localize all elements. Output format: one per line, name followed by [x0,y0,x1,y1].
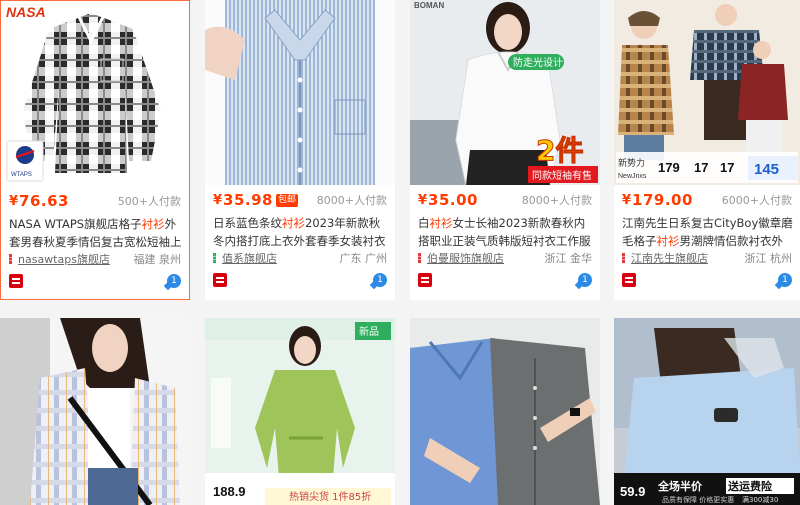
tmall-icon[interactable] [9,274,23,288]
sales-count: 8000+人付款 [316,194,387,207]
svg-text:WTAPS: WTAPS [11,172,32,178]
wangwang-chat-icon[interactable]: 1 [373,273,387,287]
product-image[interactable]: 新势力 NewJnxs 179 17 17 145 [614,0,800,185]
service-icons: 1 [213,273,387,289]
service-icons: 1 [9,274,181,290]
product-grid: WTAPS NASA ¥ 76.63 500+人付款 NASA WTAPS旗舰店… [0,0,800,505]
service-icons: 1 [418,273,592,289]
shop-row: 值系旗舰店 广东 广州 [213,250,387,266]
price-row: ¥ 179.00 6000+人付款 [622,190,792,210]
service-icons: 1 [622,273,792,289]
price: 179.00 [632,191,693,209]
shop-link[interactable]: 江南先生旗舰店 [631,250,708,266]
shop-location: 浙江 金华 [544,252,593,265]
product-photo [410,318,600,505]
svg-text:2件: 2件 [536,134,583,167]
product-card[interactable] [0,318,190,505]
svg-text:热销尖货 1件85折: 热销尖货 1件85折 [289,490,371,503]
wangwang-chat-icon[interactable]: 1 [167,274,181,288]
shop-icon [622,253,625,263]
product-card[interactable]: 新势力 NewJnxs 179 17 17 145 ¥ 179.00 6000+… [614,0,800,300]
sales-count: 500+人付款 [117,195,181,208]
shop-icon [9,254,12,264]
product-card[interactable]: ¥ 35.98 包邮 8000+人付款 日系蓝色条纹衬衫2023年新款秋冬内搭打… [205,0,395,300]
product-image[interactable]: 59.9 全场半价 送运费险 品质有保障 价格更实惠 满300减30 [614,318,800,505]
product-title[interactable]: NASA WTAPS旗舰店格子衬衫外套男春秋夏季情侣复古宽松短袖上衣潮 [9,215,183,251]
tmall-icon[interactable] [622,273,636,287]
product-photo: 新势力 NewJnxs 179 17 17 145 [614,0,800,185]
price-row: ¥ 76.63 500+人付款 [9,191,181,211]
shop-icon [418,253,421,263]
svg-text:同款短袖有售: 同款短袖有售 [532,169,592,182]
product-image[interactable]: BOMAN 防走光设计 2件 同款短袖有售 [410,0,600,185]
wangwang-chat-icon[interactable]: 1 [778,273,792,287]
wangwang-chat-icon[interactable]: 1 [578,273,592,287]
svg-text:BOMAN: BOMAN [414,1,444,10]
product-card[interactable]: BOMAN 防走光设计 2件 同款短袖有售 ¥ 35.00 8000+人付款 白… [410,0,600,300]
price-row: ¥ 35.00 8000+人付款 [418,190,592,210]
svg-text:品质有保障 价格更实惠: 品质有保障 价格更实惠 [662,495,734,504]
svg-text:全场半价: 全场半价 [657,479,703,493]
shop-location: 福建 泉州 [133,253,182,266]
svg-text:59.9: 59.9 [620,484,645,499]
shop-row: 江南先生旗舰店 浙江 杭州 [622,250,792,266]
tmall-icon[interactable] [418,273,432,287]
product-photo [205,0,395,185]
svg-text:新品: 新品 [359,325,379,338]
product-photo: BOMAN 防走光设计 2件 同款短袖有售 [410,0,600,185]
tmall-icon[interactable] [213,273,227,287]
free-shipping-badge: 包邮 [276,193,299,207]
product-title[interactable]: 江南先生日系复古CityBoy徽章磨毛格子衬衫男潮牌情侣款衬衣外套 [622,214,794,250]
shop-icon [213,253,216,263]
product-card[interactable]: WTAPS NASA ¥ 76.63 500+人付款 NASA WTAPS旗舰店… [0,0,190,300]
currency-symbol: ¥ [622,192,632,208]
product-image[interactable] [0,318,190,505]
currency-symbol: ¥ [9,193,19,209]
shop-link[interactable]: 伯曼服饰旗舰店 [427,250,504,266]
price: 35.00 [428,191,478,209]
svg-text:17: 17 [720,160,734,175]
product-title[interactable]: 白衬衫女士长袖2023新款春秋内搭职业正装气质韩版短衬衣工作服 [418,214,594,250]
svg-text:188.9: 188.9 [213,484,246,499]
product-image[interactable]: 新品 188.9 热销尖货 1件85折 [205,318,395,505]
shop-location: 浙江 杭州 [744,252,793,265]
sales-count: 6000+人付款 [721,194,792,207]
shop-row: nasawtaps旗舰店 福建 泉州 [9,251,181,267]
svg-text:145: 145 [754,161,779,178]
shop-row: 伯曼服饰旗舰店 浙江 金华 [418,250,592,266]
product-card[interactable] [410,318,600,505]
currency-symbol: ¥ [418,192,428,208]
price-row: ¥ 35.98 包邮 8000+人付款 [213,190,387,210]
shop-location: 广东 广州 [339,252,388,265]
brand-logo-text: NASA [6,4,46,20]
sales-count: 8000+人付款 [521,194,592,207]
svg-text:NewJnxs: NewJnxs [618,173,647,180]
product-title[interactable]: 日系蓝色条纹衬衫2023年新款秋冬内搭打底上衣外套春季女装衬衣女 [213,214,389,250]
svg-text:新势力: 新势力 [618,157,645,169]
product-image[interactable] [205,0,395,185]
product-photo: 59.9 全场半价 送运费险 品质有保障 价格更实惠 满300减30 [614,318,800,505]
shop-link[interactable]: nasawtaps旗舰店 [18,251,110,267]
product-card[interactable]: 新品 188.9 热销尖货 1件85折 [205,318,395,505]
price: 35.98 [223,191,273,209]
currency-symbol: ¥ [213,192,223,208]
svg-text:满300减30: 满300减30 [742,495,778,504]
product-photo: WTAPS NASA [3,3,161,182]
svg-text:送运费险: 送运费险 [727,479,773,493]
price: 76.63 [19,192,69,210]
product-image[interactable] [410,318,600,505]
svg-text:防走光设计: 防走光设计 [513,56,563,69]
product-photo [0,318,190,505]
product-image[interactable]: WTAPS NASA [1,1,189,186]
shop-link[interactable]: 值系旗舰店 [222,250,277,266]
svg-text:17: 17 [694,160,708,175]
product-card[interactable]: 59.9 全场半价 送运费险 品质有保障 价格更实惠 满300减30 [614,318,800,505]
svg-text:179: 179 [658,160,680,175]
product-photo: 新品 188.9 热销尖货 1件85折 [205,318,395,505]
